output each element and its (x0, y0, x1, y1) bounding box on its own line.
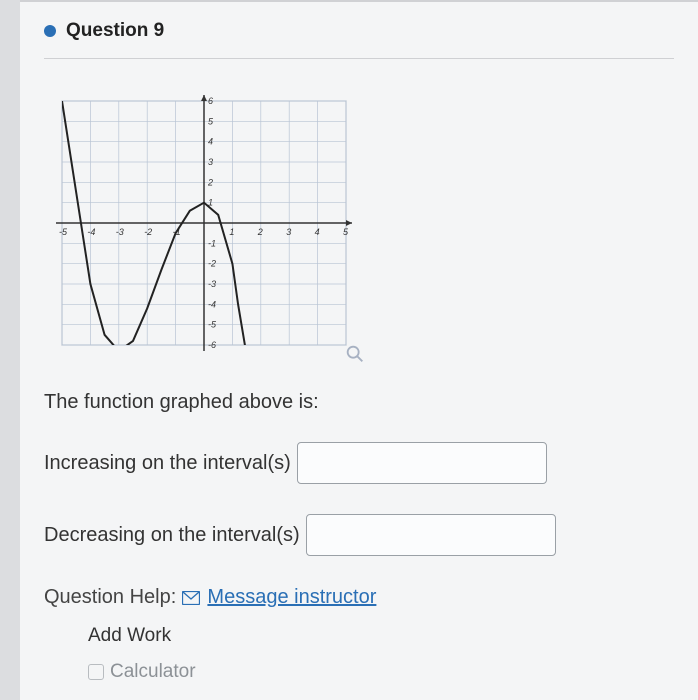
calculator-label: Calculator (110, 661, 196, 683)
decreasing-row: Decreasing on the interval(s) (44, 514, 674, 556)
svg-text:4: 4 (315, 227, 320, 237)
decreasing-input[interactable] (306, 514, 556, 556)
svg-text:-5: -5 (208, 320, 217, 330)
svg-text:5: 5 (343, 227, 349, 237)
calculator-icon (88, 664, 104, 680)
increasing-label: Increasing on the interval(s) (44, 452, 291, 475)
help-line: Question Help: Message instructor (44, 586, 674, 611)
svg-text:-4: -4 (87, 227, 95, 237)
svg-text:3: 3 (208, 157, 213, 167)
svg-text:-3: -3 (116, 227, 124, 237)
mail-icon (182, 588, 200, 611)
svg-text:2: 2 (257, 227, 263, 237)
svg-text:4: 4 (208, 137, 213, 147)
calculator-row: Calculator (88, 661, 674, 683)
svg-text:6: 6 (208, 96, 213, 106)
svg-text:-4: -4 (208, 299, 216, 309)
svg-text:2: 2 (207, 177, 213, 187)
svg-text:-2: -2 (208, 259, 216, 269)
question-page: Question 9 -5-4-3-2-112345-6-5-4-3-2-112… (20, 0, 698, 700)
help-label: Question Help: (44, 586, 176, 608)
decreasing-label: Decreasing on the interval(s) (44, 524, 300, 547)
svg-text:-6: -6 (208, 340, 216, 350)
question-number: Question 9 (66, 20, 164, 42)
prompt-text: The function graphed above is: (44, 391, 674, 414)
function-graph: -5-4-3-2-112345-6-5-4-3-2-1123456 (44, 83, 364, 363)
increasing-row: Increasing on the interval(s) (44, 442, 674, 484)
svg-text:3: 3 (286, 227, 291, 237)
svg-text:-5: -5 (59, 227, 68, 237)
svg-text:-3: -3 (208, 279, 216, 289)
graph-container: -5-4-3-2-112345-6-5-4-3-2-1123456 (44, 83, 364, 363)
add-work-label: Add Work (88, 625, 674, 647)
message-instructor-link[interactable]: Message instructor (207, 586, 376, 608)
svg-text:-2: -2 (144, 227, 152, 237)
increasing-input[interactable] (297, 442, 547, 484)
svg-text:1: 1 (229, 227, 234, 237)
question-header: Question 9 (44, 20, 674, 59)
magnify-icon[interactable] (344, 343, 366, 365)
status-bullet-icon (44, 25, 56, 37)
svg-text:-1: -1 (208, 238, 216, 248)
